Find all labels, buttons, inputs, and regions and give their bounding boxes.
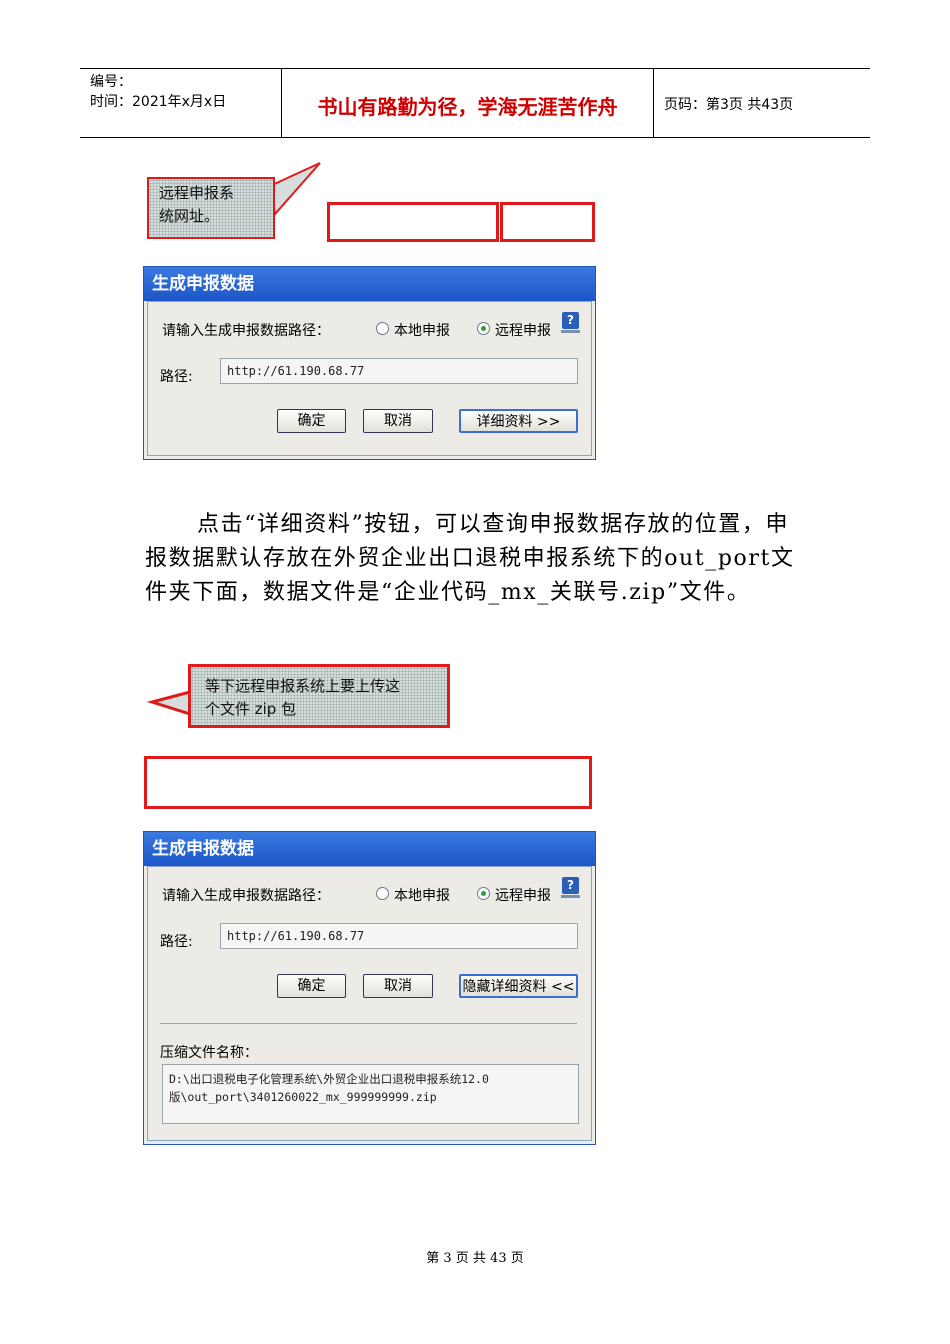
dialog-body: 请输入生成申报数据路径： 本地申报 远程申报 ? 路径: http://61.1…: [147, 866, 592, 1141]
callout-line: 个文件 zip 包: [205, 700, 297, 718]
path-input[interactable]: http://61.190.68.77: [220, 923, 578, 949]
callout-line: 等下远程申报系统上要上传这: [205, 677, 401, 695]
details-button[interactable]: 详细资料 >>: [459, 409, 578, 433]
help-icon[interactable]: ?: [561, 877, 580, 898]
separator: [160, 1023, 577, 1024]
zip-path-line: D:\出口退税电子化管理系统\外贸企业出口退税申报系统12.0: [169, 1072, 489, 1086]
path-prompt: 请输入生成申报数据路径：: [162, 323, 330, 339]
path-label: 路径:: [160, 369, 193, 385]
radio-remote[interactable]: [477, 887, 490, 900]
dialog-title: 生成申报数据: [144, 267, 595, 301]
cancel-button[interactable]: 取消: [363, 409, 433, 433]
generate-report-dialog-expanded: 生成申报数据 请输入生成申报数据路径： 本地申报 远程申报 ? 路径: http…: [143, 831, 596, 1145]
highlight-box: [500, 202, 595, 242]
callout-line: 远程申报系: [159, 184, 235, 202]
zip-filename-label: 压缩文件名称：: [160, 1045, 258, 1061]
dialog-body: 请输入生成申报数据路径： 本地申报 远程申报 ? 路径: http://61.1…: [147, 301, 592, 456]
cancel-button[interactable]: 取消: [363, 974, 433, 998]
generate-report-dialog: 生成申报数据 请输入生成申报数据路径： 本地申报 远程申报 ? 路径: http…: [143, 266, 596, 460]
body-paragraph: 点击“详细资料”按钮，可以查询申报数据存放的位置，申报数据默认存放在外贸企业出口…: [145, 512, 795, 605]
zip-filename-field[interactable]: D:\出口退税电子化管理系统\外贸企业出口退税申报系统12.0 版\out_po…: [162, 1064, 579, 1124]
highlight-box: [327, 202, 499, 242]
radio-local-label[interactable]: 本地申报: [394, 320, 450, 340]
radio-local[interactable]: [376, 322, 389, 335]
dialog-title: 生成申报数据: [144, 832, 595, 866]
callout-remote-url: 远程申报系 统网址。: [147, 177, 275, 239]
path-label: 路径:: [160, 934, 193, 950]
radio-remote[interactable]: [477, 322, 490, 335]
callout-line: 统网址。: [159, 207, 220, 225]
highlight-box: [144, 756, 592, 809]
radio-remote-label[interactable]: 远程申报: [495, 320, 551, 340]
path-input[interactable]: http://61.190.68.77: [220, 358, 578, 384]
radio-local-label[interactable]: 本地申报: [394, 885, 450, 905]
page-footer: 第 3 页 共 43 页: [426, 1251, 524, 1266]
path-prompt: 请输入生成申报数据路径：: [162, 888, 330, 904]
zip-path-line: 版\out_port\3401260022_mx_999999999.zip: [169, 1090, 437, 1104]
help-icon[interactable]: ?: [561, 312, 580, 333]
callout-zip-upload: 等下远程申报系统上要上传这 个文件 zip 包: [188, 664, 450, 728]
hide-details-button[interactable]: 隐藏详细资料 <<: [459, 974, 578, 998]
radio-remote-label[interactable]: 远程申报: [495, 885, 551, 905]
ok-button[interactable]: 确定: [277, 409, 346, 433]
ok-button[interactable]: 确定: [277, 974, 346, 998]
radio-local[interactable]: [376, 887, 389, 900]
